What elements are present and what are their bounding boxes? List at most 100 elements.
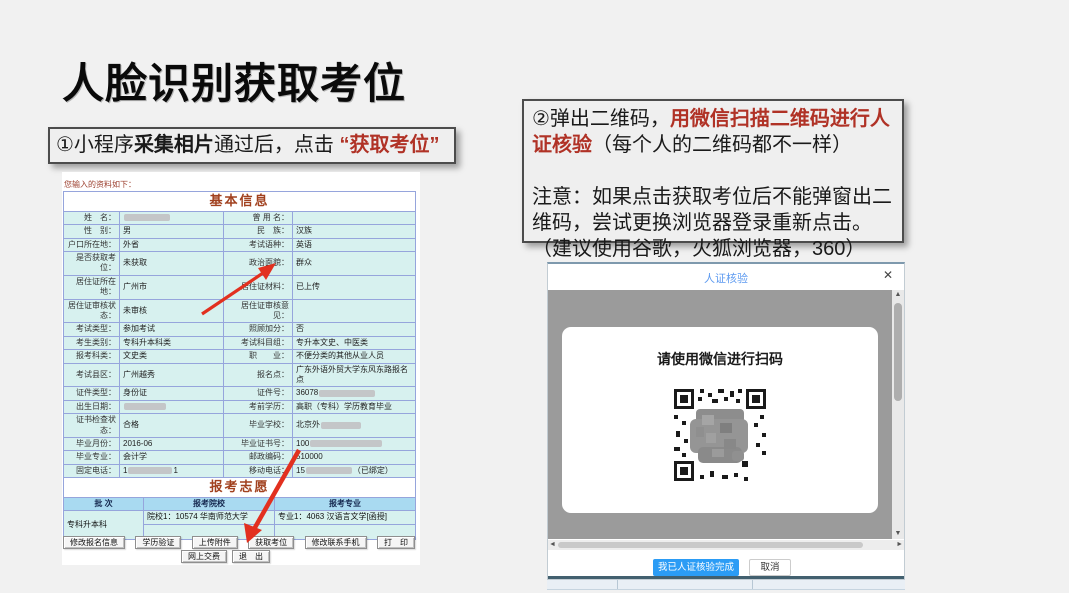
field-label: 出生日期：: [64, 400, 120, 413]
field-label: 性 别：: [64, 225, 120, 238]
scroll-up-icon[interactable]: ▲: [892, 290, 904, 300]
field-value: 高职（专科）学历教育毕业: [293, 400, 416, 413]
field-value: 参加考试: [120, 323, 224, 336]
exit-button[interactable]: 退 出: [232, 550, 270, 563]
field-label: 居住证审核状态：: [64, 299, 120, 323]
field-label: 证书检查状态：: [64, 414, 120, 438]
field-label: 职 业：: [224, 350, 293, 363]
cancel-button[interactable]: 取消: [749, 559, 791, 576]
field-label: 居住证所在地：: [64, 275, 120, 299]
field-label: 毕业专业：: [64, 451, 120, 464]
form-button-row: 修改报名信息学历验证上传附件获取考位修改联系手机打 印: [63, 536, 415, 549]
field-value: 未获取: [120, 252, 224, 276]
vertical-scroll-thumb[interactable]: [894, 303, 902, 401]
close-icon[interactable]: ✕: [883, 269, 893, 281]
scan-hint-text: 请使用微信进行扫码: [562, 349, 878, 369]
redacted-text: [124, 214, 170, 221]
dialog-title: 人证核验: [548, 270, 904, 286]
field-value: [120, 400, 224, 413]
scroll-right-icon[interactable]: ►: [896, 540, 903, 550]
upload-attachment-button[interactable]: 上传附件: [192, 536, 238, 549]
field-value: [293, 211, 416, 224]
modify-registration-button[interactable]: 修改报名信息: [63, 536, 125, 549]
field-label: 毕业月份：: [64, 437, 120, 450]
field-value: 2016-06: [120, 437, 224, 450]
scroll-down-icon[interactable]: ▼: [892, 529, 904, 539]
online-payment-button[interactable]: 网上交费: [181, 550, 227, 563]
horizontal-scrollbar[interactable]: ◄ ►: [548, 540, 904, 550]
qr-card: 请使用微信进行扫码: [562, 327, 878, 513]
step1-bold-text: 采集相片: [134, 134, 214, 156]
volunteer-batch-cell: 专科升本科: [64, 511, 144, 539]
field-value: 合格: [120, 414, 224, 438]
volunteer-college-cell: 院校1：10574 华南师范大学: [144, 511, 275, 524]
step1-highlight-text: “获取考位”: [340, 134, 440, 156]
dialog-content-area: 请使用微信进行扫码: [548, 290, 904, 539]
step1-text: ①小程序: [56, 134, 134, 156]
field-label: 考生类别：: [64, 336, 120, 349]
field-value: 北京外: [293, 414, 416, 438]
vertical-scrollbar[interactable]: ▲ ▼: [892, 290, 904, 539]
field-value: 汉族: [293, 225, 416, 238]
volunteer-title: 报考志愿: [64, 478, 416, 498]
field-value: 专科升本科类: [120, 336, 224, 349]
field-value: 外省: [120, 238, 224, 251]
field-value: [293, 299, 416, 323]
field-value: 不便分类的其他从业人员: [293, 350, 416, 363]
dialog-bottom-border: [548, 576, 904, 579]
field-label: 移动电话：: [224, 464, 293, 477]
field-label: 证件类型：: [64, 387, 120, 400]
field-value: 男: [120, 225, 224, 238]
field-value: 未审核: [120, 299, 224, 323]
horizontal-scroll-thumb[interactable]: [558, 542, 863, 548]
verification-done-button[interactable]: 我已人证核验完成: [653, 559, 739, 576]
field-label: 报名点：: [224, 363, 293, 387]
field-value: 100: [293, 437, 416, 450]
print-button[interactable]: 打 印: [377, 536, 415, 549]
field-label: 考试科目组：: [224, 336, 293, 349]
get-seat-button[interactable]: 获取考位: [248, 536, 294, 549]
background-page-strip: [547, 580, 905, 590]
field-label: 是否获取考位：: [64, 252, 120, 276]
field-value: 广东外语外贸大学东风东路报名点: [293, 363, 416, 387]
qr-code: [672, 387, 768, 483]
volunteer-col-header: 报考院校: [144, 497, 275, 510]
field-label: 证件号：: [224, 387, 293, 400]
basic-info-title: 基本信息: [64, 192, 416, 212]
field-label: 毕业证书号：: [224, 437, 293, 450]
field-value: 36078: [293, 387, 416, 400]
volunteer-table: 报考志愿 批 次报考院校报考专业 专科升本科 院校1：10574 华南师范大学 …: [63, 477, 416, 540]
field-label: 固定电话：: [64, 464, 120, 477]
field-label: 户口所在地：: [64, 238, 120, 251]
field-label: 民 族：: [224, 225, 293, 238]
field-label: 邮政编码：: [224, 451, 293, 464]
redacted-text: [306, 467, 352, 474]
volunteer-col-header: 报考专业: [275, 497, 416, 510]
scroll-left-icon[interactable]: ◄: [549, 540, 556, 550]
redacted-text: [319, 390, 375, 397]
step2-note: 注意：如果点击获取考位后不能弹窗出二维码，尝试更换浏览器登录重新点击。（建议使用…: [532, 184, 894, 262]
field-label: 考试县区：: [64, 363, 120, 387]
field-value: 专升本文史、中医类: [293, 336, 416, 349]
page-title: 人脸识别获取考位: [62, 50, 406, 111]
step2-text: ②弹出二维码，用微信扫描二维码进行人证核验（每个人的二维码都不一样）: [532, 106, 894, 158]
field-value: 广州市: [120, 275, 224, 299]
field-value: 否: [293, 323, 416, 336]
field-label: 考试类型：: [64, 323, 120, 336]
field-value: 文史类: [120, 350, 224, 363]
modify-phone-button[interactable]: 修改联系手机: [305, 536, 367, 549]
qr-blur-blob: [690, 409, 748, 463]
field-label: 曾 用 名：: [224, 211, 293, 224]
field-value: [120, 211, 224, 224]
field-value: 身份证: [120, 387, 224, 400]
field-label: 报考科类：: [64, 350, 120, 363]
field-value: 11: [120, 464, 224, 477]
field-label: 居住证材料：: [224, 275, 293, 299]
field-label: 姓 名：: [64, 211, 120, 224]
field-label: 政治面貌：: [224, 252, 293, 276]
field-value: 英语: [293, 238, 416, 251]
education-verify-button[interactable]: 学历验证: [135, 536, 181, 549]
basic-info-table: 基本信息 姓 名：曾 用 名：性 别：男民 族：汉族户口所在地：外省考试语种：英…: [63, 191, 416, 505]
face-verification-dialog: 人证核验 ✕ 请使用微信进行扫码: [547, 262, 905, 580]
step1-mid-text: 通过后，点击: [214, 134, 340, 156]
